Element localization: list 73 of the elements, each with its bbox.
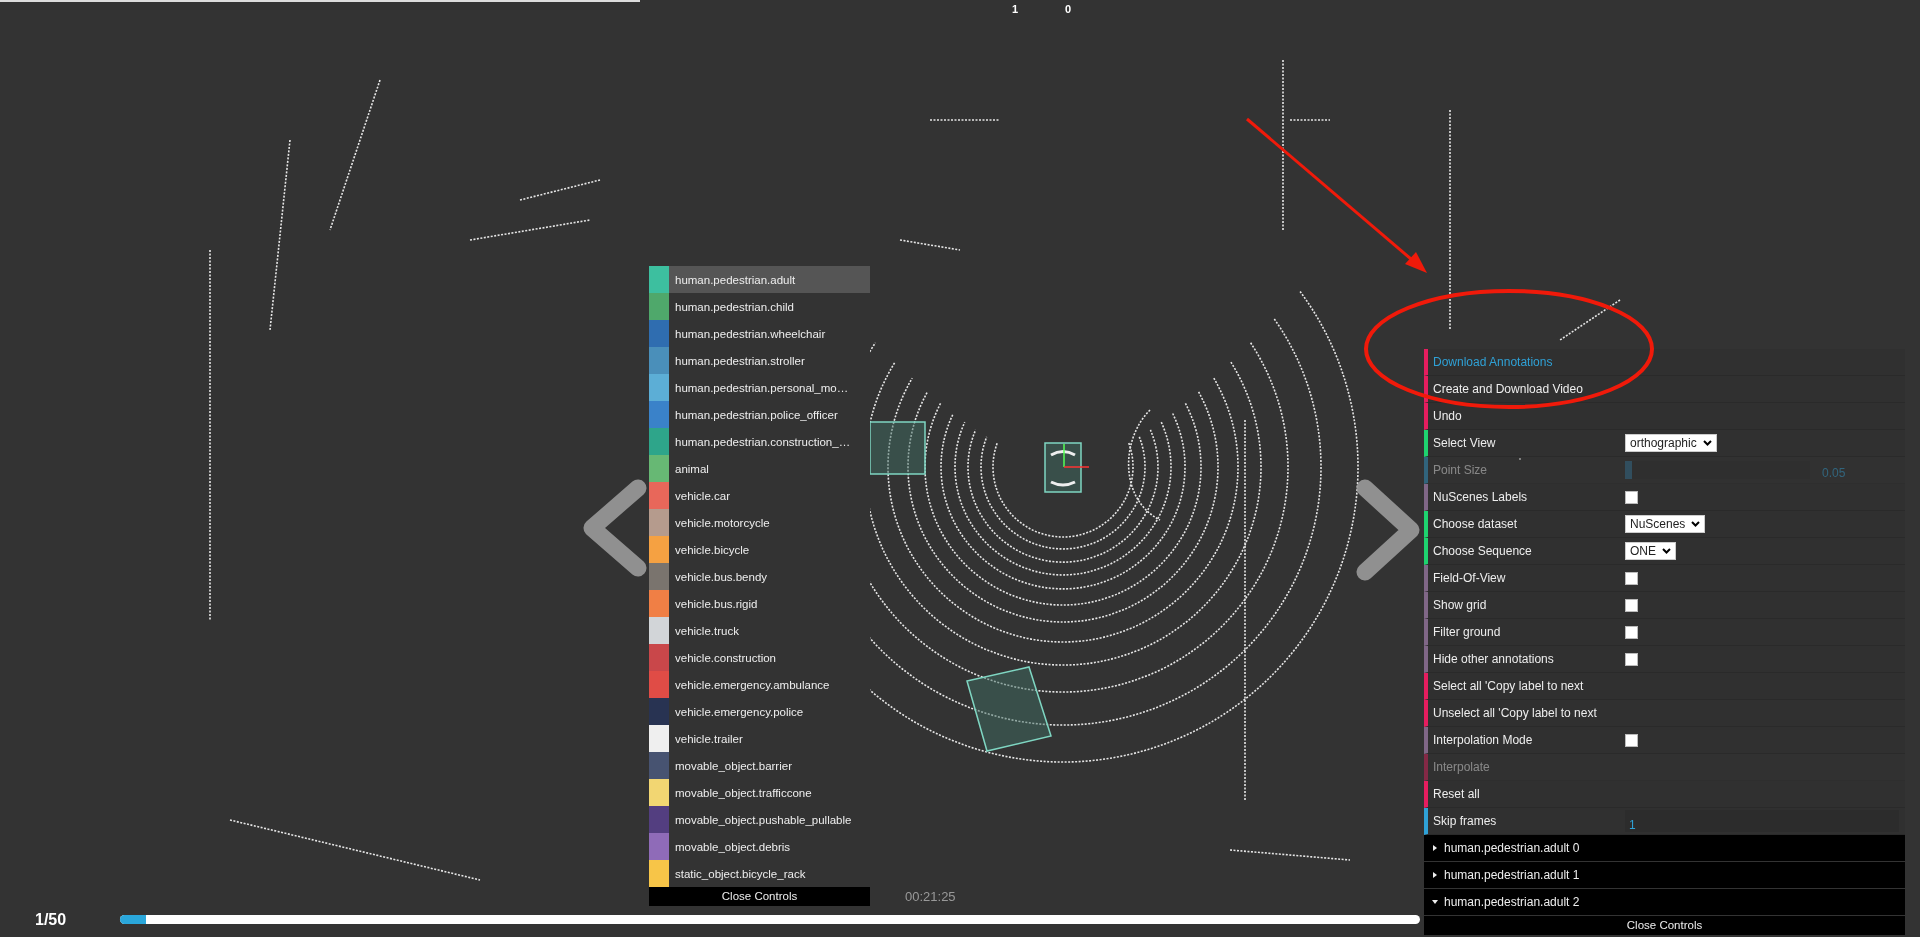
label-item[interactable]: static_object.bicycle_rack [649, 860, 870, 887]
folder-header[interactable]: human.pedestrian.adult 2 [1424, 889, 1905, 916]
control-label: Choose dataset [1432, 517, 1519, 531]
label-item[interactable]: vehicle.car [649, 482, 870, 509]
checkbox[interactable] [1625, 733, 1638, 747]
label-item[interactable]: vehicle.motorcycle [649, 509, 870, 536]
label-item[interactable]: vehicle.truck [649, 617, 870, 644]
slider-value: 0.05 [1822, 466, 1846, 480]
checkbox[interactable] [1625, 625, 1638, 639]
label-item[interactable]: vehicle.trailer [649, 725, 870, 752]
control-label: Filter ground [1432, 625, 1502, 639]
caret-icon [1662, 548, 1671, 554]
control-label: Select View [1432, 436, 1497, 450]
timeline-slider[interactable] [120, 915, 1420, 924]
control-button[interactable]: Undo [1424, 403, 1905, 430]
control-button[interactable]: Reset all [1424, 781, 1905, 808]
label-item[interactable]: vehicle.bus.bendy [649, 563, 870, 590]
timestamp: 00:21:25 [905, 889, 956, 904]
folder-title: human.pedestrian.adult 0 [1444, 841, 1580, 855]
label-item[interactable]: vehicle.emergency.ambulance [649, 671, 870, 698]
label-item[interactable]: vehicle.bus.rigid [649, 590, 870, 617]
point-trail [899, 239, 961, 251]
control-label: Show grid [1432, 598, 1488, 612]
checkbox[interactable] [1625, 490, 1638, 504]
control-button[interactable]: Create and Download Video [1424, 376, 1905, 403]
control-button[interactable]: Download Annotations [1424, 349, 1905, 376]
label-item[interactable]: vehicle.bicycle [649, 536, 870, 563]
label-item[interactable]: movable_object.pushable_pullable [649, 806, 870, 833]
frame-counter: 1/50 [35, 911, 67, 929]
control-label: Choose Sequence [1432, 544, 1533, 558]
checkbox[interactable] [1625, 571, 1638, 585]
checkbox[interactable] [1625, 652, 1638, 666]
folder-title: human.pedestrian.adult 2 [1444, 895, 1580, 909]
dropdown[interactable]: ONE [1625, 542, 1676, 560]
checkbox[interactable] [1625, 598, 1638, 612]
control-label: Hide other annotations [1432, 652, 1555, 666]
folder-header[interactable]: human.pedestrian.adult 1 [1424, 862, 1905, 889]
label-item[interactable]: vehicle.emergency.police [649, 698, 870, 725]
control-label: Point Size [1432, 463, 1489, 477]
label-item[interactable]: human.pedestrian.personal_mo… [649, 374, 870, 401]
point-trail [1559, 299, 1621, 341]
counter: 1 [1012, 3, 1019, 15]
number-field[interactable]: 1 [1625, 810, 1899, 832]
caret-icon [1702, 440, 1712, 446]
ego-vehicle-box[interactable] [1044, 442, 1082, 493]
axes-icon [1063, 443, 1090, 468]
label-item[interactable]: human.pedestrian.construction_… [649, 428, 870, 455]
label-item[interactable]: movable_object.barrier [649, 752, 870, 779]
label-item[interactable]: human.pedestrian.stroller [649, 347, 870, 374]
label-item[interactable]: movable_object.trafficcone [649, 779, 870, 806]
label-item[interactable]: vehicle.construction [649, 644, 870, 671]
folder-header[interactable]: human.pedestrian.adult 0 [1424, 835, 1905, 862]
label-item[interactable]: human.pedestrian.child [649, 293, 870, 320]
close-controls-button[interactable]: Close Controls [649, 887, 870, 906]
label-item[interactable]: human.pedestrian.adult [649, 266, 870, 293]
dropdown[interactable]: orthographic [1625, 434, 1717, 452]
label-item[interactable]: human.pedestrian.police_officer [649, 401, 870, 428]
label-item[interactable]: human.pedestrian.wheelchair [649, 320, 870, 347]
control-button[interactable]: Select all 'Copy label to next [1424, 673, 1905, 700]
folder-title: human.pedestrian.adult 1 [1444, 868, 1580, 882]
label-item[interactable]: animal [649, 455, 870, 482]
bounding-box[interactable] [966, 666, 1052, 752]
label-item[interactable]: movable_object.debris [649, 833, 870, 860]
control-button[interactable]: Unselect all 'Copy label to next [1424, 700, 1905, 727]
control-label: Field-Of-View [1432, 571, 1507, 585]
dropdown[interactable]: NuScenes [1625, 515, 1706, 533]
control-label: NuScenes Labels [1432, 490, 1529, 504]
close-controls-button[interactable]: Close Controls [1424, 916, 1905, 935]
bounding-box[interactable] [869, 421, 926, 475]
control-label: Interpolation Mode [1432, 733, 1534, 747]
counter: 0 [1065, 3, 1072, 15]
caret-icon [1691, 521, 1701, 527]
control-label: Skip frames [1432, 814, 1498, 828]
